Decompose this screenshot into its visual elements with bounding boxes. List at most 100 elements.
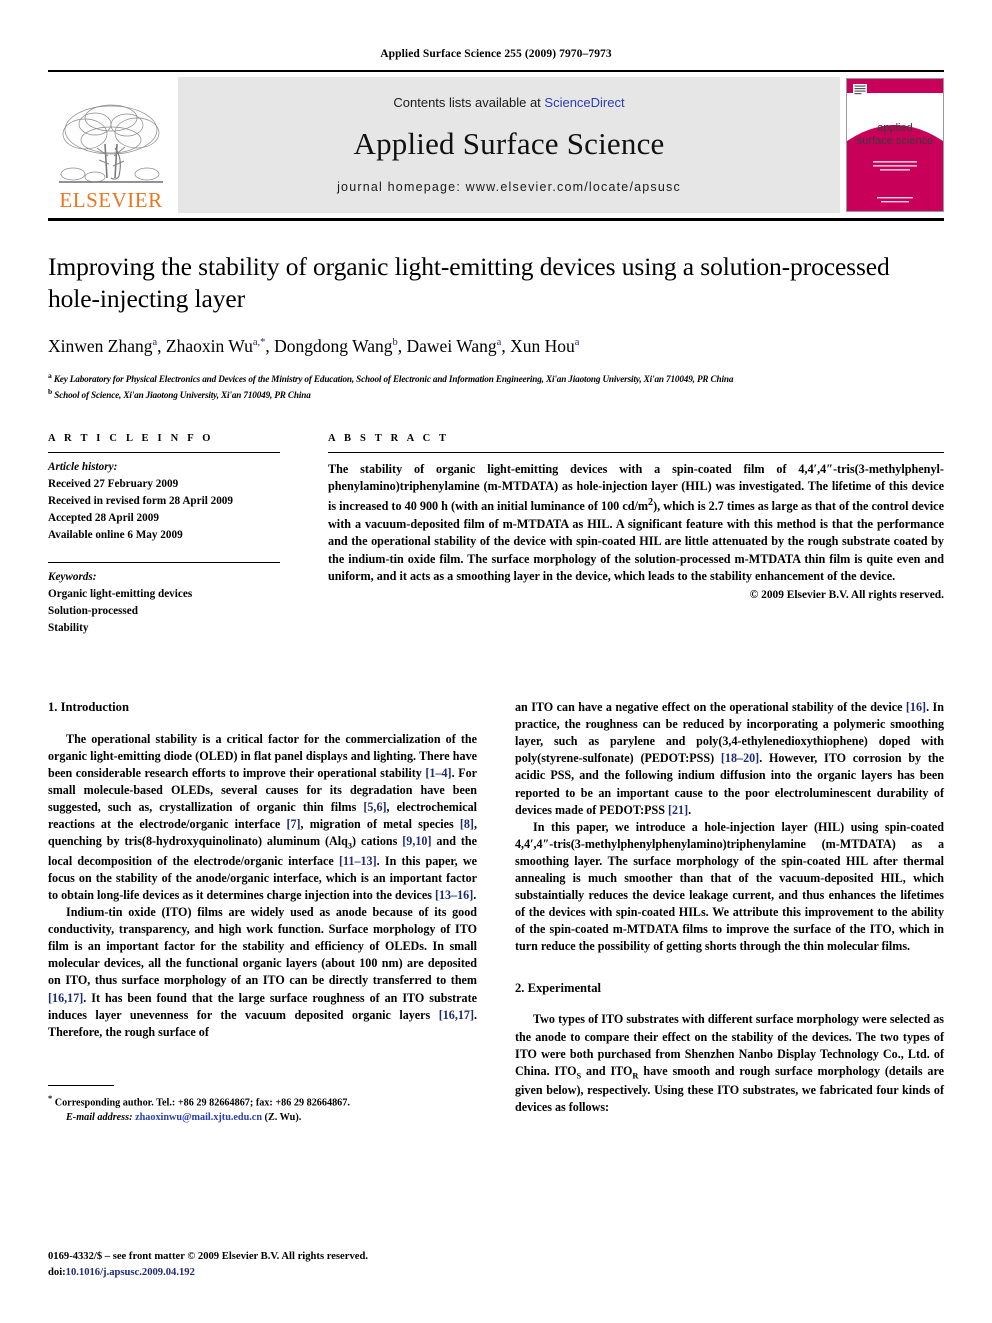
author-name: Zhaoxin Wu bbox=[165, 336, 253, 357]
title-block: Improving the stability of organic light… bbox=[48, 221, 944, 403]
citation-ref[interactable]: [5,6] bbox=[363, 800, 386, 814]
author-name: Dawei Wang bbox=[406, 336, 497, 357]
author-affil-mark: b bbox=[392, 337, 398, 349]
issn-copyright-line: 0169-4332/$ – see front matter © 2009 El… bbox=[48, 1251, 368, 1263]
footnote-divider bbox=[48, 1084, 114, 1086]
page-footer: 0169-4332/$ – see front matter © 2009 El… bbox=[48, 1249, 368, 1281]
cover-artwork: applied surface science bbox=[847, 79, 943, 211]
footnote-line-1: * Corresponding author. Tel.: +86 29 826… bbox=[48, 1093, 477, 1111]
intro-paragraph-2: Indium-tin oxide (ITO) films are widely … bbox=[48, 904, 477, 1041]
journal-band: Contents lists available at ScienceDirec… bbox=[178, 77, 840, 213]
experimental-paragraph-1: Two types of ITO substrates with differe… bbox=[515, 1011, 944, 1116]
footnote-marker: * bbox=[48, 1093, 53, 1103]
affiliation-list: a Key Laboratory for Physical Electronic… bbox=[48, 370, 944, 403]
article-info-panel: A R T I C L E I N F O Article history: R… bbox=[48, 433, 304, 637]
history-item: Accepted 28 April 2009 bbox=[48, 511, 159, 524]
info-abstract-block: A R T I C L E I N F O Article history: R… bbox=[48, 433, 944, 637]
footnote-text: Corresponding author. Tel.: +86 29 82664… bbox=[54, 1097, 350, 1109]
svg-text:applied: applied bbox=[877, 122, 912, 134]
intro-paragraph-1: The operational stability is a critical … bbox=[48, 731, 477, 904]
article-history: Article history: Received 27 February 20… bbox=[48, 453, 280, 544]
section-heading-experimental: 2. Experimental bbox=[515, 980, 602, 995]
doi-link[interactable]: 10.1016/j.apsusc.2009.04.192 bbox=[66, 1267, 195, 1278]
citation-ref[interactable]: [9,10] bbox=[402, 834, 431, 848]
abstract-panel: A B S T R A C T The stability of organic… bbox=[304, 433, 944, 637]
keyword-item: Solution-processed bbox=[48, 604, 138, 617]
author: Dawei Wanga bbox=[407, 336, 502, 356]
page-title: Improving the stability of organic light… bbox=[48, 252, 890, 314]
affiliation-mark: a bbox=[48, 371, 52, 380]
history-item: Available online 6 May 2009 bbox=[48, 528, 183, 541]
affiliation-text: Key Laboratory for Physical Electronics … bbox=[53, 374, 734, 385]
citation-ref[interactable]: [7] bbox=[286, 817, 300, 831]
abstract-text: The stability of organic light-emitting … bbox=[328, 453, 944, 586]
author-name: Xun Hou bbox=[510, 336, 575, 357]
text-run: . bbox=[688, 802, 692, 817]
corresponding-author-footnote: * Corresponding author. Tel.: +86 29 826… bbox=[48, 1084, 477, 1126]
affiliation-text: School of Science, Xi'an Jiaotong Univer… bbox=[54, 390, 311, 401]
citation-ref[interactable]: [8] bbox=[460, 817, 474, 831]
contents-prefix: Contents lists available at bbox=[393, 94, 545, 110]
journal-masthead: ELSEVIER Contents lists available at Sci… bbox=[48, 70, 944, 221]
citation-ref[interactable]: [18–20] bbox=[721, 751, 759, 765]
body-columns: 1. Introduction The operational stabilit… bbox=[48, 699, 944, 1126]
elsevier-wordmark: ELSEVIER bbox=[59, 188, 163, 212]
footnote-line-2: E-mail address: zhaoxinwu@mail.xjtu.edu.… bbox=[48, 1111, 477, 1126]
keyword-item: Organic light-emitting devices bbox=[48, 587, 193, 600]
text-run: ) cations bbox=[352, 834, 403, 849]
text-run: . It has been found that the large surfa… bbox=[48, 990, 477, 1022]
journal-homepage[interactable]: journal homepage: www.elsevier.com/locat… bbox=[337, 180, 681, 194]
text-run: , migration of metal species bbox=[300, 817, 460, 832]
author: Zhaoxin Wua,* bbox=[166, 336, 266, 356]
citation-ref[interactable]: [11–13] bbox=[339, 854, 377, 868]
column-right: an ITO can have a negative effect on the… bbox=[496, 699, 944, 1126]
email-suffix: (Z. Wu). bbox=[264, 1112, 302, 1124]
citation-ref[interactable]: [13–16] bbox=[435, 888, 473, 902]
doi-prefix: doi: bbox=[48, 1267, 66, 1279]
author-affil-mark: a bbox=[152, 337, 158, 349]
svg-text:surface science: surface science bbox=[857, 135, 933, 147]
keywords-label: Keywords: bbox=[48, 570, 97, 583]
article-history-label: Article history: bbox=[48, 460, 118, 473]
author-affil-mark: a bbox=[496, 337, 502, 349]
journal-page: Applied Surface Science 255 (2009) 7970–… bbox=[0, 0, 992, 1323]
keywords-block: Keywords: Organic light-emitting devices… bbox=[48, 563, 280, 637]
contents-available-line: Contents lists available at ScienceDirec… bbox=[393, 95, 624, 110]
text-run: and ITO bbox=[581, 1063, 633, 1078]
citation-ref[interactable]: [16,17] bbox=[48, 991, 83, 1005]
history-item: Received 27 February 2009 bbox=[48, 477, 179, 490]
author-affil-mark: a,* bbox=[252, 337, 266, 349]
email-label: E-mail address: bbox=[66, 1112, 133, 1124]
citation-ref[interactable]: [16] bbox=[906, 700, 926, 714]
text-run: Indium-tin oxide (ITO) films are widely … bbox=[48, 905, 477, 988]
citation-ref[interactable]: [1–4] bbox=[425, 766, 451, 780]
email-link[interactable]: zhaoxinwu@mail.xjtu.edu.cn bbox=[135, 1112, 262, 1123]
column-left: 1. Introduction The operational stabilit… bbox=[48, 699, 496, 1126]
journal-title: Applied Surface Science bbox=[353, 125, 665, 161]
author: Xinwen Zhanga bbox=[48, 336, 157, 356]
author-list: Xinwen Zhanga, Zhaoxin Wua,*, Dongdong W… bbox=[48, 336, 580, 357]
sciencedirect-link[interactable]: ScienceDirect bbox=[544, 95, 624, 110]
affiliation-mark: b bbox=[48, 387, 53, 397]
author: Dongdong Wangb bbox=[274, 336, 398, 356]
author-name: Xinwen Zhang bbox=[48, 336, 153, 357]
author-affil-mark: a bbox=[574, 337, 580, 349]
citation-ref[interactable]: [21] bbox=[668, 803, 688, 817]
author: Xun Houa bbox=[510, 336, 579, 356]
history-item: Received in revised form 28 April 2009 bbox=[48, 494, 233, 507]
text-run: The operational stability is a critical … bbox=[48, 731, 477, 780]
journal-cover-thumbnail: applied surface science bbox=[846, 78, 944, 212]
intro-paragraph-4: In this paper, we introduce a hole-injec… bbox=[515, 819, 944, 954]
intro-paragraph-3: an ITO can have a negative effect on the… bbox=[515, 699, 944, 819]
abstract-copyright: © 2009 Elsevier B.V. All rights reserved… bbox=[749, 588, 944, 601]
running-head: Applied Surface Science 255 (2009) 7970–… bbox=[380, 48, 612, 60]
doi-line: doi:10.1016/j.apsusc.2009.04.192 bbox=[48, 1265, 368, 1281]
keyword-item: Stability bbox=[48, 621, 89, 634]
article-info-heading: A R T I C L E I N F O bbox=[48, 432, 214, 444]
citation-ref[interactable]: [16,17] bbox=[439, 1008, 474, 1022]
affiliation-item: a Key Laboratory for Physical Electronic… bbox=[48, 370, 944, 386]
elsevier-logo: ELSEVIER bbox=[48, 76, 174, 214]
author-name: Dongdong Wang bbox=[274, 336, 393, 357]
text-run: . bbox=[473, 887, 477, 902]
